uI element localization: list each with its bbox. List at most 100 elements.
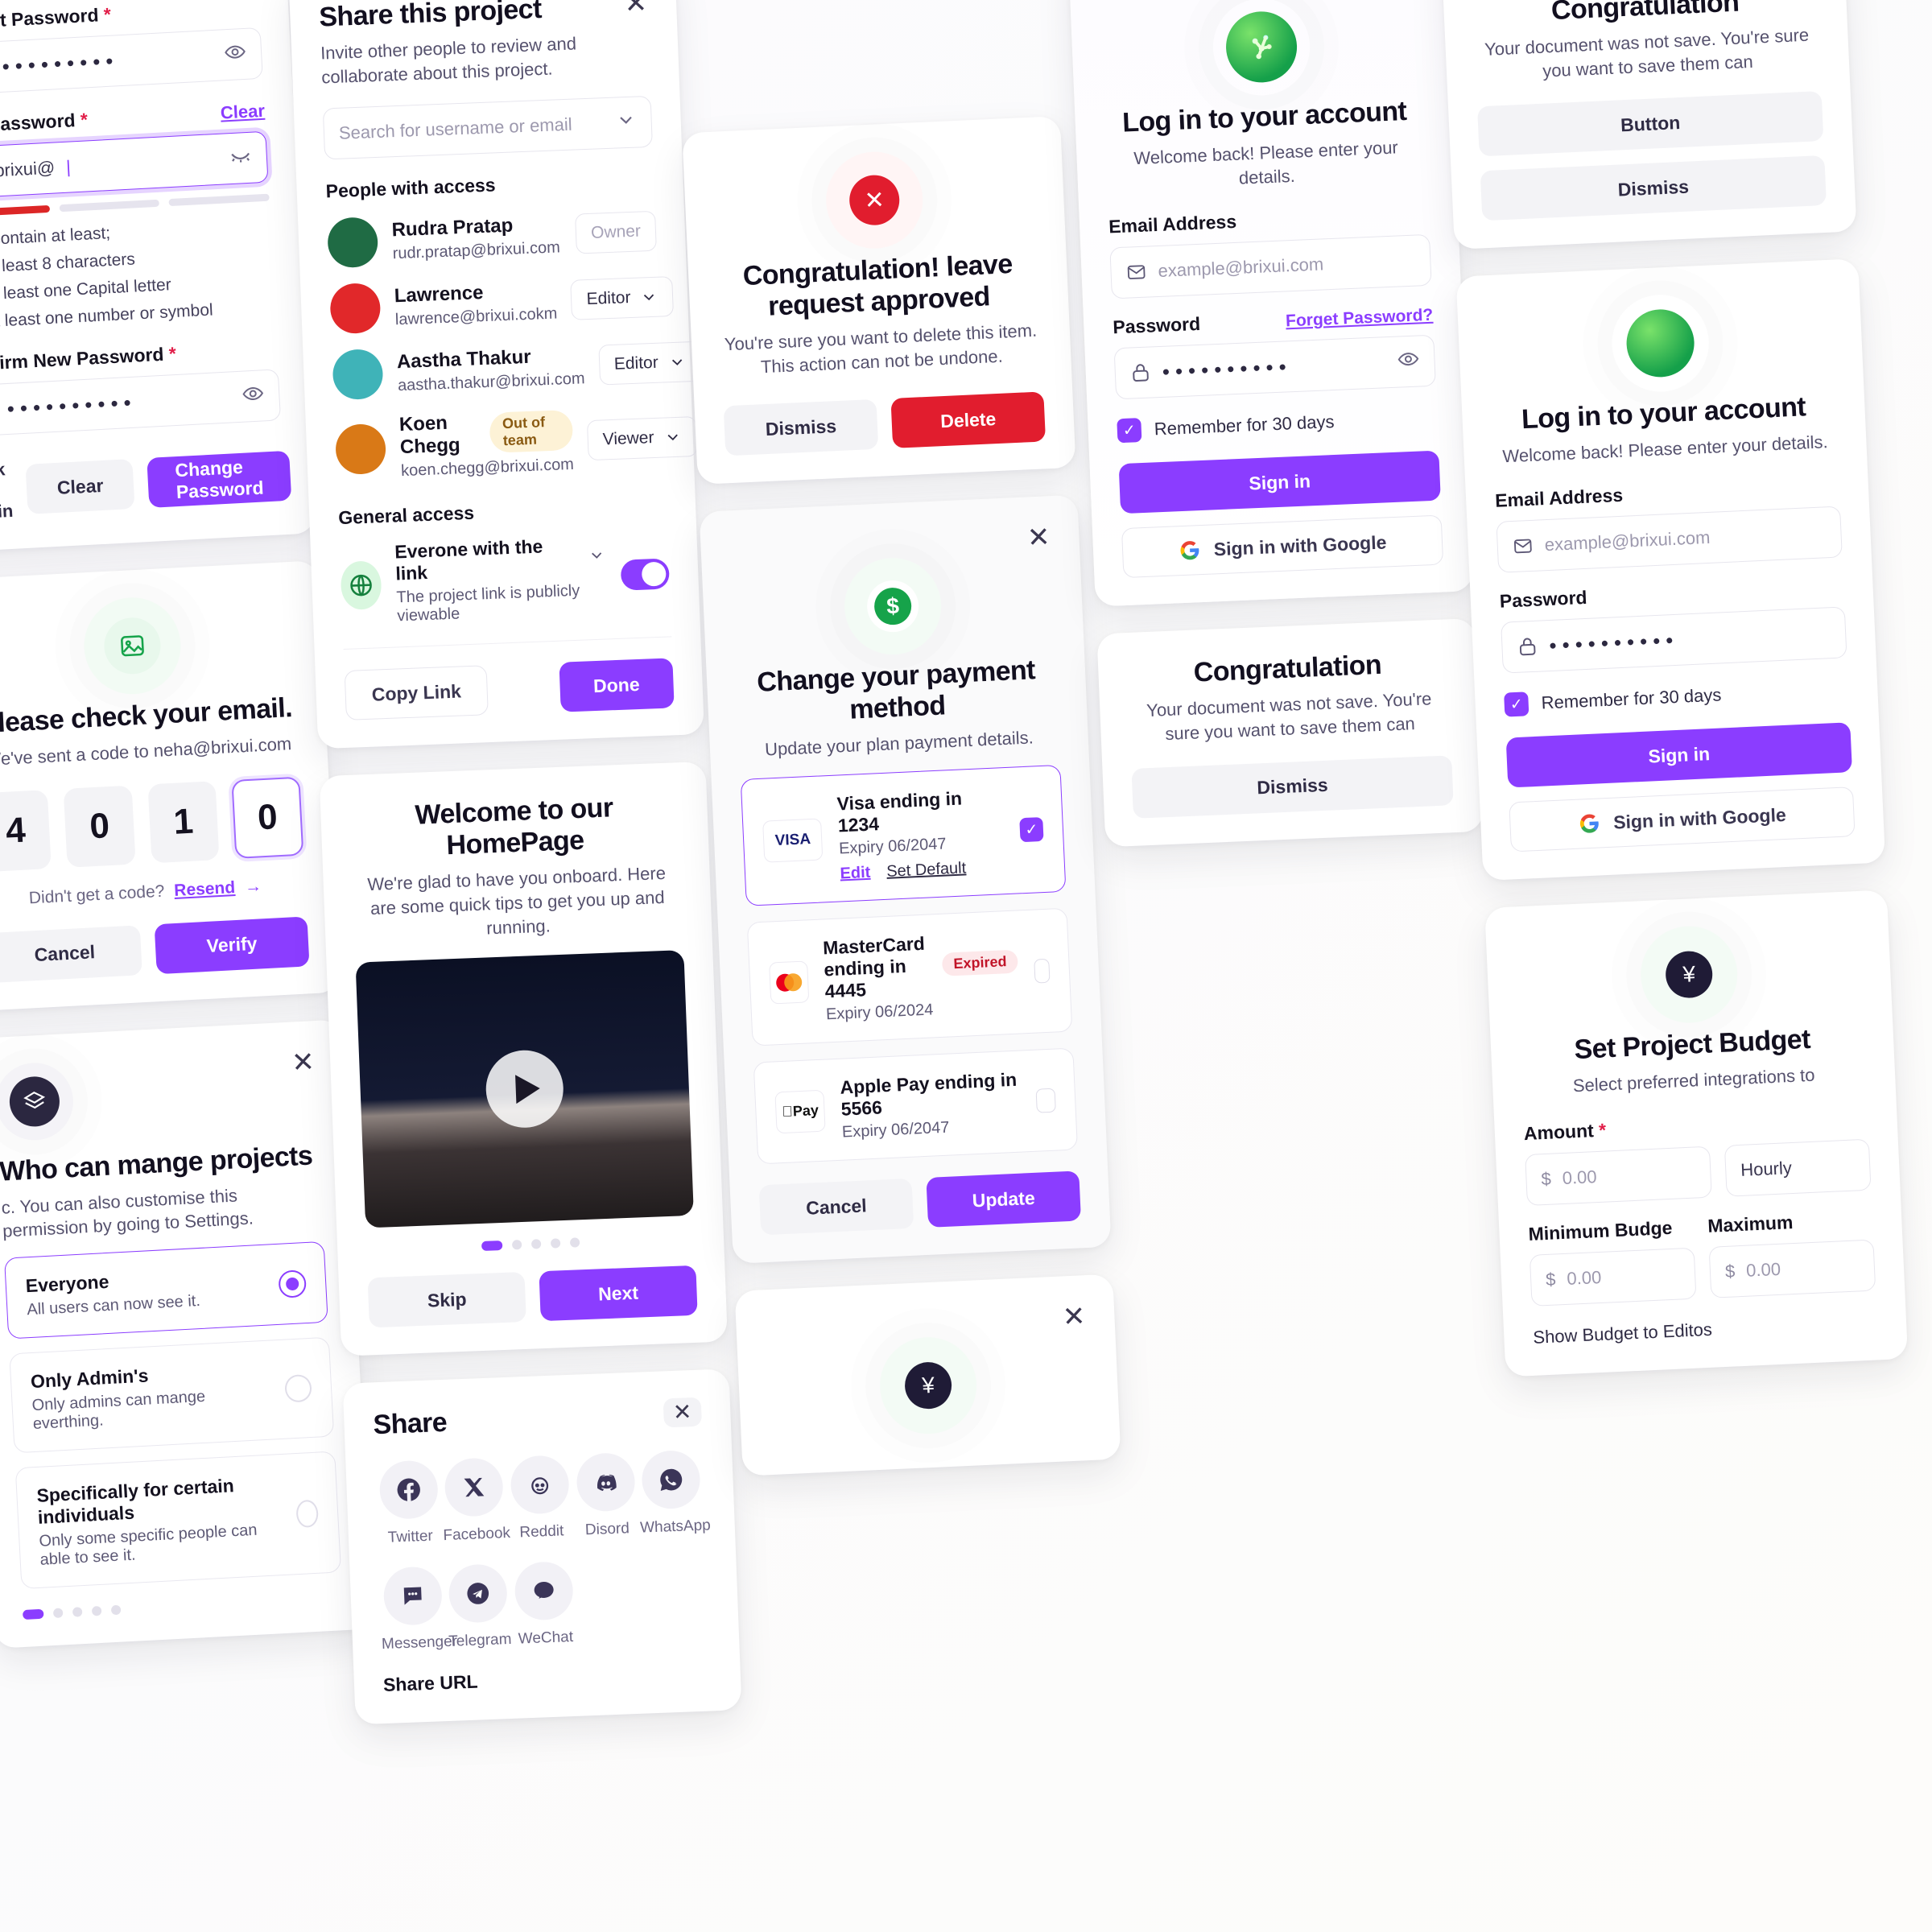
dot[interactable] (22, 1608, 44, 1620)
share-project-title: Share this project (318, 0, 543, 33)
manage-projects-subtitle: c. You can also customise this permissio… (1, 1185, 254, 1242)
public-link-toggle[interactable] (620, 558, 671, 591)
dot[interactable] (110, 1604, 122, 1616)
dot[interactable] (569, 1237, 580, 1249)
dot[interactable] (530, 1239, 542, 1250)
carousel-dots[interactable] (366, 1233, 695, 1256)
radio-icon[interactable] (295, 1499, 320, 1528)
clear-link[interactable]: Clear (220, 101, 265, 124)
remember-checkbox[interactable]: ✓ (1504, 691, 1530, 717)
verify-button[interactable]: Verify (154, 916, 310, 974)
confirm-password-input[interactable]: •••••••••• (0, 369, 282, 438)
next-button[interactable]: Next (539, 1265, 698, 1322)
checkbox-checked-icon[interactable]: ✓ (1019, 817, 1044, 843)
done-button[interactable]: Done (558, 658, 675, 713)
delete-button[interactable]: Delete (890, 391, 1046, 449)
signin-button[interactable]: Sign in (1118, 450, 1441, 514)
eye-off-icon[interactable] (229, 144, 253, 172)
remember-checkbox[interactable]: ✓ (1117, 418, 1142, 444)
cancel-button[interactable]: Cancel (0, 924, 142, 983)
search-input[interactable]: Search for username or email (322, 96, 653, 160)
google-signin-button[interactable]: Sign in with Google (1509, 786, 1856, 852)
skip-button[interactable]: Skip (367, 1272, 526, 1328)
radio-icon[interactable] (284, 1373, 312, 1403)
dot[interactable] (481, 1241, 503, 1252)
globe-icon (340, 560, 383, 610)
dismiss-button[interactable]: Dismiss (723, 399, 879, 456)
radio-icon[interactable] (278, 1269, 308, 1298)
email-input[interactable]: example@brixui.com (1109, 234, 1432, 299)
email-input[interactable]: example@brixui.com (1496, 506, 1843, 573)
eye-icon[interactable] (1397, 348, 1420, 376)
permission-option-everyone[interactable]: Everyone All users can now see it. (4, 1241, 328, 1340)
minimum-budget-input[interactable]: $ 0.00 (1529, 1247, 1697, 1307)
permission-option-specific[interactable]: Specifically for certain individuals Onl… (14, 1451, 342, 1590)
login-title: Log in to your account (1121, 95, 1407, 138)
password-input[interactable]: •••••••••• (1501, 606, 1847, 674)
checkbox-icon[interactable] (1035, 1088, 1056, 1113)
change-password-button[interactable]: Change Password (147, 450, 292, 508)
cancel-button[interactable]: Cancel (758, 1178, 914, 1236)
signin-button[interactable]: Sign in (1505, 722, 1853, 788)
carousel-dots[interactable] (22, 1593, 343, 1620)
edit-link[interactable]: Edit (840, 864, 871, 884)
button[interactable]: Button (1477, 91, 1824, 157)
close-icon[interactable]: ✕ (291, 1046, 315, 1078)
otp-digit[interactable]: 4 (0, 789, 52, 873)
dot[interactable] (72, 1607, 83, 1617)
close-icon[interactable]: ✕ (663, 1397, 702, 1428)
onboarding-video[interactable] (355, 950, 694, 1228)
share-target-telegram[interactable]: Telegram (444, 1563, 514, 1651)
clear-button[interactable]: Clear (25, 458, 135, 514)
payment-method-visa[interactable]: VISA Visa ending in 1234 Expiry 06/2047 … (740, 764, 1067, 906)
password-value: •••••••••• (1548, 627, 1680, 658)
share-target-wechat[interactable]: WeChat (510, 1561, 580, 1649)
permission-option-admins[interactable]: Only Admin's Only admins can mange evert… (9, 1336, 335, 1454)
close-icon[interactable]: ✕ (624, 0, 648, 19)
hourly-select[interactable]: Hourly (1724, 1138, 1872, 1197)
checkbox-icon[interactable] (1034, 958, 1051, 984)
otp-group[interactable]: 4 0 1 0 (0, 776, 304, 873)
otp-digit[interactable]: 1 (147, 780, 220, 864)
update-button[interactable]: Update (926, 1170, 1082, 1228)
dot[interactable] (52, 1608, 64, 1619)
dot[interactable] (550, 1238, 561, 1249)
password-input[interactable]: •••••••••• (1113, 335, 1436, 400)
share-target-reddit[interactable]: Reddit (506, 1455, 575, 1542)
eye-icon[interactable] (242, 382, 266, 410)
share-target-discord[interactable]: Disord (572, 1452, 641, 1540)
person-name: Rudra Pratap (391, 214, 514, 242)
play-icon[interactable] (484, 1049, 565, 1130)
chevron-down-icon[interactable] (615, 109, 637, 136)
payment-method-mastercard[interactable]: MasterCard ending in 4445 Expired Expiry… (746, 907, 1073, 1046)
role-select-editor[interactable]: Editor (570, 276, 675, 321)
dot[interactable] (511, 1240, 522, 1250)
resend-link[interactable]: Resend (174, 878, 236, 901)
eye-icon[interactable] (223, 40, 247, 68)
close-icon[interactable]: ✕ (1062, 1301, 1086, 1332)
applepay-logo-icon: Pay (774, 1089, 826, 1133)
share-target-messenger[interactable]: Messenger (378, 1566, 457, 1653)
share-target-facebook[interactable]: Facebook (440, 1457, 510, 1545)
otp-digit[interactable]: 0 (231, 776, 304, 859)
new-password-input[interactable]: brixui@ | (0, 130, 269, 200)
share-target-twitter[interactable]: Twitter (374, 1459, 444, 1548)
share-target-whatsapp[interactable]: WhatsApp (638, 1450, 711, 1538)
current-password-input[interactable]: •••••••••• (0, 27, 263, 96)
dismiss-button[interactable]: Dismiss (1131, 755, 1454, 819)
forgot-password-link[interactable]: Forget Password? (1286, 306, 1434, 332)
back-to-login-link[interactable]: Back to Login (0, 459, 14, 524)
otp-digit[interactable]: 0 (63, 785, 136, 868)
expired-badge: Expired (941, 949, 1019, 976)
google-signin-button[interactable]: Sign in with Google (1121, 514, 1444, 579)
role-select-editor[interactable]: Editor (597, 341, 702, 386)
dismiss-button[interactable]: Dismiss (1480, 155, 1827, 221)
maximum-budget-input[interactable]: $ 0.00 (1708, 1239, 1876, 1298)
role-select-viewer[interactable]: Viewer (586, 415, 698, 461)
set-default-link[interactable]: Set Default (886, 859, 967, 881)
close-icon[interactable]: ✕ (1026, 522, 1051, 554)
amount-input[interactable]: $ 0.00 (1525, 1146, 1712, 1206)
dot[interactable] (91, 1605, 102, 1616)
copy-link-button[interactable]: Copy Link (344, 665, 489, 721)
payment-method-applepay[interactable]: Pay Apple Pay ending in 5566 Expiry 06/… (753, 1047, 1079, 1165)
